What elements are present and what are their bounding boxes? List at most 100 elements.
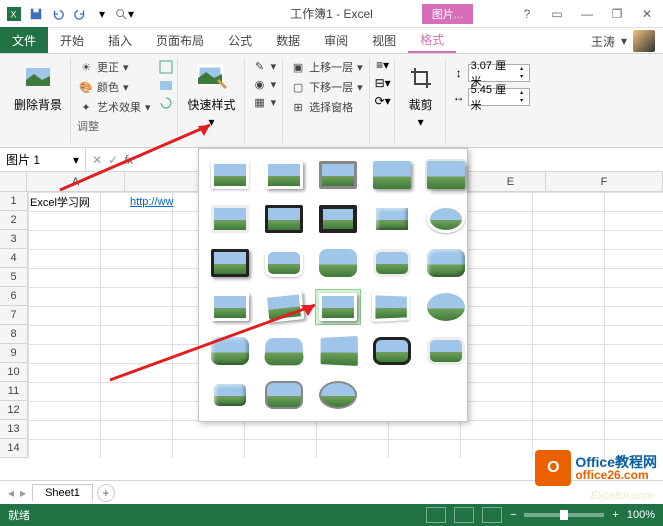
picture-style-item[interactable] [207,157,253,193]
row-header[interactable]: 8 [0,325,27,344]
picture-style-item[interactable] [423,245,469,281]
cell-A1[interactable]: Excel学习网 [28,192,128,211]
zoom-out-button[interactable]: − [510,509,516,521]
align-icon[interactable]: ≡▾ [376,58,390,72]
picture-style-item[interactable] [369,289,415,325]
row-header[interactable]: 12 [0,401,27,420]
picture-style-item[interactable] [261,201,307,237]
zoom-in-button[interactable]: + [612,509,618,521]
user-name[interactable]: 王涛 [591,33,615,50]
restore-icon[interactable]: ❐ [605,4,629,24]
row-header[interactable]: 5 [0,268,27,287]
excel-icon[interactable]: X [4,4,24,24]
minimize-icon[interactable]: — [575,4,599,24]
save-icon[interactable] [26,4,46,24]
picture-style-item[interactable] [369,245,415,281]
sheet-nav-prev[interactable]: ◂ [6,486,16,500]
height-input[interactable]: 3.07 厘米▴▾ [468,64,530,82]
picture-style-item[interactable] [207,245,253,281]
tab-page-layout[interactable]: 页面布局 [144,27,216,53]
picture-layout-button[interactable]: ▦▾ [251,94,279,110]
normal-view-button[interactable] [426,507,446,523]
tab-home[interactable]: 开始 [48,27,96,53]
picture-style-item[interactable] [423,157,469,193]
remove-background-button[interactable]: 删除背景 [10,58,66,117]
ribbon-options-icon[interactable]: ▭ [545,4,569,24]
zoom-slider[interactable] [524,513,604,517]
close-icon[interactable]: ✕ [635,4,659,24]
bring-forward-button[interactable]: ▣上移一层 ▾ [289,58,365,76]
col-header-A[interactable]: A [27,172,125,191]
picture-style-item[interactable] [315,377,361,413]
row-header[interactable]: 2 [0,211,27,230]
artistic-effects-button[interactable]: ✦艺术效果 ▾ [77,98,153,116]
tab-formulas[interactable]: 公式 [216,27,264,53]
tab-review[interactable]: 审阅 [312,27,360,53]
picture-style-item[interactable] [369,333,415,369]
picture-style-item[interactable] [207,377,253,413]
picture-style-item[interactable] [207,333,253,369]
group-icon[interactable]: ⊟▾ [376,76,390,90]
picture-effects-button[interactable]: ◉▾ [251,76,279,92]
change-picture-icon[interactable] [159,78,173,92]
zoom-level[interactable]: 100% [627,509,655,521]
sheet-nav-next[interactable]: ▸ [18,486,28,500]
width-input[interactable]: 5.45 厘米▴▾ [468,88,530,106]
col-header-E[interactable]: E [476,172,546,191]
page-break-view-button[interactable] [482,507,502,523]
cancel-formula-icon[interactable]: ✕ [92,153,102,167]
avatar[interactable] [633,30,655,52]
col-header-F[interactable]: F [546,172,663,191]
row-header[interactable]: 14 [0,439,27,458]
picture-style-item[interactable] [423,201,469,237]
picture-style-item[interactable] [261,377,307,413]
undo-icon[interactable] [48,4,68,24]
row-header[interactable]: 10 [0,363,27,382]
send-backward-button[interactable]: ▢下移一层 ▾ [289,78,365,96]
picture-style-item[interactable] [261,289,307,325]
row-header[interactable]: 7 [0,306,27,325]
picture-style-item[interactable] [423,289,469,325]
cell-B1[interactable]: http://ww [128,192,200,211]
find-icon[interactable]: ▾ [114,4,134,24]
color-button[interactable]: 🎨颜色 ▾ [77,78,153,96]
picture-style-item[interactable] [369,201,415,237]
picture-style-item[interactable] [315,333,361,369]
tab-format[interactable]: 格式 [408,27,456,53]
picture-style-item[interactable] [315,245,361,281]
confirm-formula-icon[interactable]: ✓ [108,153,118,167]
file-tab[interactable]: 文件 [0,27,48,53]
picture-style-item[interactable] [369,157,415,193]
select-all-corner[interactable] [0,172,27,191]
tab-view[interactable]: 视图 [360,27,408,53]
row-header[interactable]: 9 [0,344,27,363]
row-header[interactable]: 1 [0,192,27,211]
sheet-tab-active[interactable]: Sheet1 [32,484,93,501]
redo-icon[interactable] [70,4,90,24]
picture-style-item[interactable] [315,157,361,193]
fx-icon[interactable]: fx [124,153,133,167]
picture-style-item[interactable] [261,245,307,281]
picture-style-item[interactable] [207,201,253,237]
add-sheet-button[interactable]: + [97,484,115,502]
rotate-icon[interactable]: ⟳▾ [376,94,390,108]
row-header[interactable]: 4 [0,249,27,268]
picture-style-item[interactable] [315,201,361,237]
picture-style-item[interactable] [423,333,469,369]
touch-mode-icon[interactable]: ▾ [92,4,112,24]
picture-border-button[interactable]: ✎▾ [251,58,279,74]
row-header[interactable]: 3 [0,230,27,249]
row-header[interactable]: 13 [0,420,27,439]
tab-data[interactable]: 数据 [264,27,312,53]
name-box[interactable]: 图片 1▾ [0,148,86,171]
corrections-button[interactable]: ☀更正 ▾ [77,58,153,76]
tab-insert[interactable]: 插入 [96,27,144,53]
picture-style-item[interactable] [207,289,253,325]
page-layout-view-button[interactable] [454,507,474,523]
picture-style-item[interactable] [261,333,307,369]
selection-pane-button[interactable]: ⊞选择窗格 [289,98,355,116]
row-header[interactable]: 6 [0,287,27,306]
compress-icon[interactable] [159,60,173,74]
crop-button[interactable]: 裁剪 ▾ [401,58,441,133]
help-icon[interactable]: ? [515,4,539,24]
